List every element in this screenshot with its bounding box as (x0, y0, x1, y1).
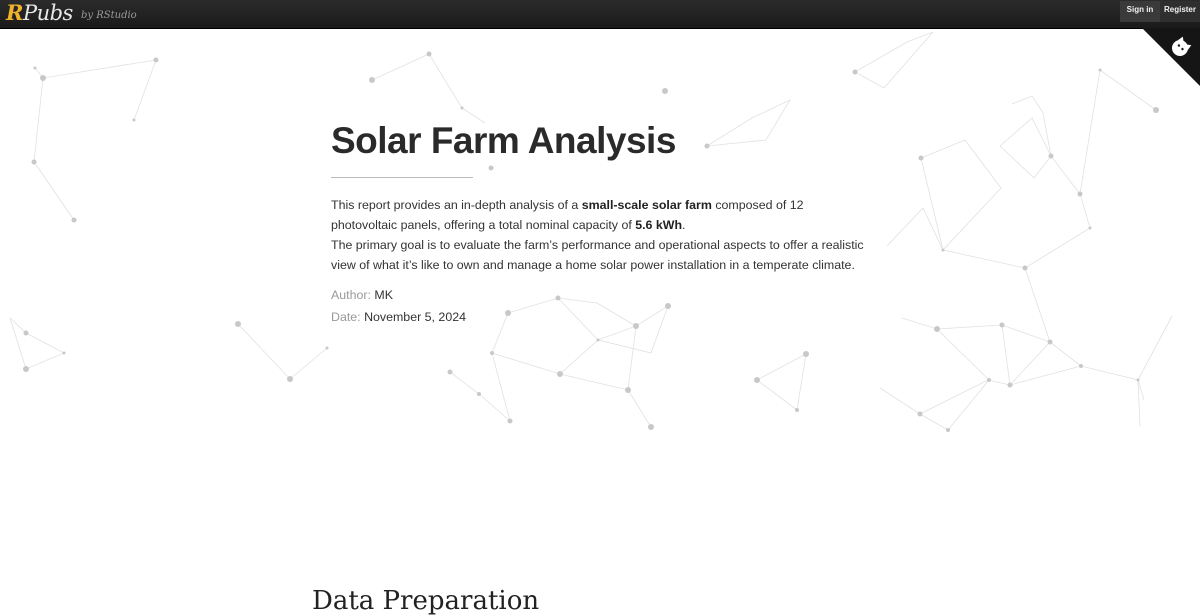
page-title: Solar Farm Analysis (331, 120, 676, 161)
logo-r: R (6, 0, 23, 25)
author-label: Author: (331, 288, 375, 302)
top-navbar: RPubs by RStudio Sign in Register (0, 0, 1200, 29)
date-line: Date: November 5, 2024 (331, 309, 871, 325)
sign-in-button[interactable]: Sign in (1120, 1, 1160, 22)
intro-text-3: . (682, 218, 686, 232)
logo-pubs: Pubs (22, 1, 73, 25)
author-value: MK (374, 288, 393, 302)
rpubs-logo[interactable]: RPubs (6, 1, 73, 27)
register-button[interactable]: Register (1160, 1, 1200, 22)
intro-bold-2: 5.6 kWh (635, 218, 683, 232)
author-line: Author: MK (331, 287, 871, 303)
byline: by RStudio (81, 10, 137, 21)
intro-text-1: This report provides an in-depth analysi… (331, 198, 582, 212)
github-corner-ribbon[interactable] (1142, 28, 1200, 86)
date-label: Date: (331, 310, 365, 324)
title-divider (331, 177, 473, 178)
intro-bold-1: small-scale solar farm (581, 198, 712, 212)
goal-paragraph: The primary goal is to evaluate the farm… (331, 238, 864, 272)
intro-paragraph: This report provides an in-depth analysi… (331, 195, 871, 235)
section-heading: Data Preparation (312, 586, 540, 616)
date-value: November 5, 2024 (364, 310, 467, 324)
report-header: Solar Farm Analysis This report provides… (331, 118, 871, 325)
